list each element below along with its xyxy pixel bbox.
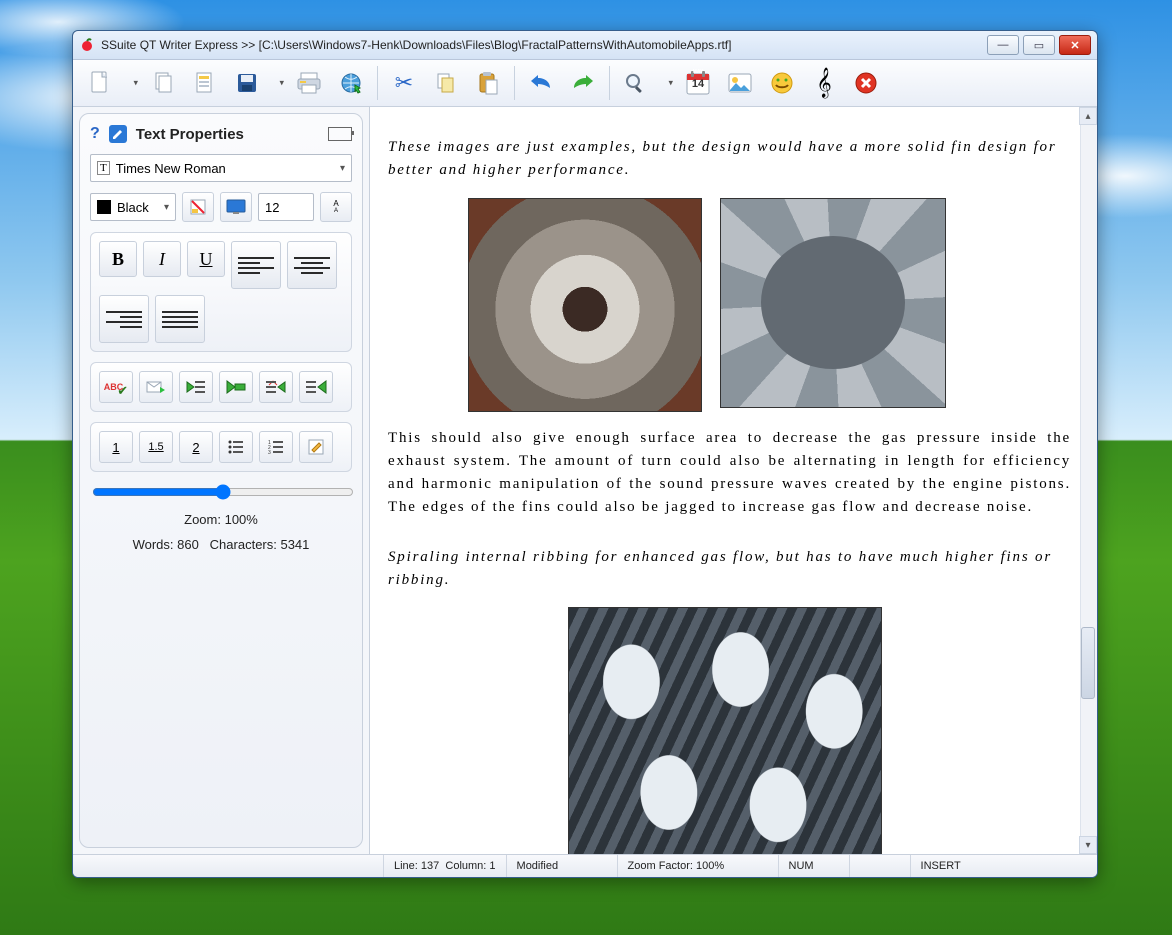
undo-button[interactable] [521, 63, 561, 103]
scissors-icon: ✂ [395, 70, 413, 96]
font-color-value: Black [117, 200, 149, 215]
line-spacing-1-5-button[interactable]: 1.5 [139, 431, 173, 463]
app-icon [79, 37, 95, 53]
edit-styles-button[interactable] [299, 431, 333, 463]
document-page: These images are just examples, but the … [370, 107, 1097, 854]
panel-title: Text Properties [136, 126, 244, 143]
insert-symbol-button[interactable]: 𝄞 [804, 63, 844, 103]
align-right-button[interactable] [99, 295, 149, 343]
tools-group: ABC✔ [90, 362, 352, 412]
close-document-button[interactable] [846, 63, 886, 103]
color-swatch [97, 200, 111, 214]
format-group: B I U [90, 232, 352, 352]
status-modified: Modified [507, 855, 618, 877]
bold-button[interactable]: B [99, 241, 137, 277]
highlight-button[interactable] [182, 192, 214, 222]
status-num: NUM [779, 855, 850, 877]
minimize-button[interactable]: — [987, 35, 1019, 55]
doc-paragraph-3: Spiraling internal ribbing for enhanced … [388, 549, 1052, 588]
move-right-button[interactable] [299, 371, 333, 403]
doc-paragraph-1: These images are just examples, but the … [388, 139, 1057, 178]
panel-collapse-icon[interactable] [328, 127, 352, 141]
close-window-button[interactable]: ✕ [1059, 35, 1091, 55]
copy-button[interactable] [426, 63, 466, 103]
export-web-button[interactable] [331, 63, 371, 103]
document-view[interactable]: These images are just examples, but the … [369, 107, 1097, 854]
open-button[interactable] [185, 63, 225, 103]
mail-merge-button[interactable] [139, 371, 173, 403]
titlebar: SSuite QT Writer Express >> [C:\Users\Wi… [73, 31, 1097, 60]
zoom-label: Zoom: 100% [90, 512, 352, 527]
calendar-day-label: 14 [692, 78, 704, 90]
image-row-1 [468, 198, 1071, 412]
window-controls: — ▭ ✕ [987, 35, 1091, 55]
align-left-button[interactable] [231, 241, 281, 289]
treble-clef-icon: 𝄞 [816, 67, 831, 99]
insert-emoji-button[interactable] [762, 63, 802, 103]
maximize-button[interactable]: ▭ [1023, 35, 1055, 55]
bullet-list-button[interactable] [219, 431, 253, 463]
embedded-image-2[interactable] [720, 198, 946, 408]
insert-date-button[interactable]: MAY 14 [678, 63, 718, 103]
line-spacing-2-button[interactable]: 2 [179, 431, 213, 463]
status-line: Line: 137 Column: 1 [384, 855, 507, 877]
char-count: Characters: 5341 [210, 537, 310, 552]
insert-picture-button[interactable] [720, 63, 760, 103]
window-title: SSuite QT Writer Express >> [C:\Users\Wi… [101, 38, 731, 52]
edit-icon[interactable] [108, 124, 128, 144]
align-center-button[interactable] [287, 241, 337, 289]
embedded-image-3[interactable] [568, 607, 882, 854]
spacing-group: 1 1.5 2 123 [90, 422, 352, 472]
line-spacing-1-button[interactable]: 1 [99, 431, 133, 463]
main-toolbar: ✂ MAY 14 𝄞 [73, 60, 1097, 107]
status-zoom: Zoom Factor: 100% [618, 855, 779, 877]
move-left-button[interactable] [219, 371, 253, 403]
font-size-stepper[interactable]: AA [320, 192, 352, 222]
find-button[interactable] [616, 63, 676, 103]
scroll-up-button[interactable]: ▴ [1079, 107, 1097, 125]
word-count: Words: 860 [133, 537, 199, 552]
font-color-select[interactable]: Black ▾ [90, 193, 176, 221]
font-icon: T [97, 161, 110, 175]
indent-right-button[interactable] [259, 371, 293, 403]
embedded-image-1[interactable] [468, 198, 702, 412]
calendar-month-label: MAY [693, 69, 704, 75]
scrollbar-thumb[interactable] [1081, 627, 1095, 699]
italic-button[interactable]: I [143, 241, 181, 277]
print-button[interactable] [289, 63, 329, 103]
text-properties-panel: ? Text Properties T Times New Roman ▾ Bl… [79, 113, 363, 848]
font-size-value: 12 [265, 200, 279, 215]
cut-button[interactable]: ✂ [384, 63, 424, 103]
paste-button[interactable] [468, 63, 508, 103]
align-justify-button[interactable] [155, 295, 205, 343]
help-icon[interactable]: ? [90, 125, 100, 143]
outdent-left-button[interactable] [179, 371, 213, 403]
documents-button[interactable] [143, 63, 183, 103]
underline-button[interactable]: U [187, 241, 225, 277]
font-family-select[interactable]: T Times New Roman ▾ [90, 154, 352, 182]
scroll-down-button[interactable]: ▾ [1079, 836, 1097, 854]
doc-paragraph-2: This should also give enough surface are… [388, 427, 1071, 520]
redo-button[interactable] [563, 63, 603, 103]
numbered-list-button[interactable]: 123 [259, 431, 293, 463]
font-size-input[interactable]: 12 [258, 193, 314, 221]
spellcheck-button[interactable]: ABC✔ [99, 371, 133, 403]
content-area: ? Text Properties T Times New Roman ▾ Bl… [73, 107, 1097, 854]
font-family-value: Times New Roman [116, 161, 226, 176]
zoom-slider[interactable] [92, 484, 354, 500]
save-button[interactable] [227, 63, 287, 103]
svg-text:3: 3 [268, 450, 271, 454]
app-window: SSuite QT Writer Express >> [C:\Users\Wi… [72, 30, 1098, 878]
status-bar: Line: 137 Column: 1 Modified Zoom Factor… [73, 854, 1097, 877]
new-document-button[interactable] [81, 63, 141, 103]
status-insert: INSERT [911, 855, 971, 877]
screen-color-button[interactable] [220, 192, 252, 222]
vertical-scrollbar[interactable]: ▴ ▾ [1080, 107, 1097, 854]
stats-label: Words: 860 Characters: 5341 [90, 537, 352, 552]
